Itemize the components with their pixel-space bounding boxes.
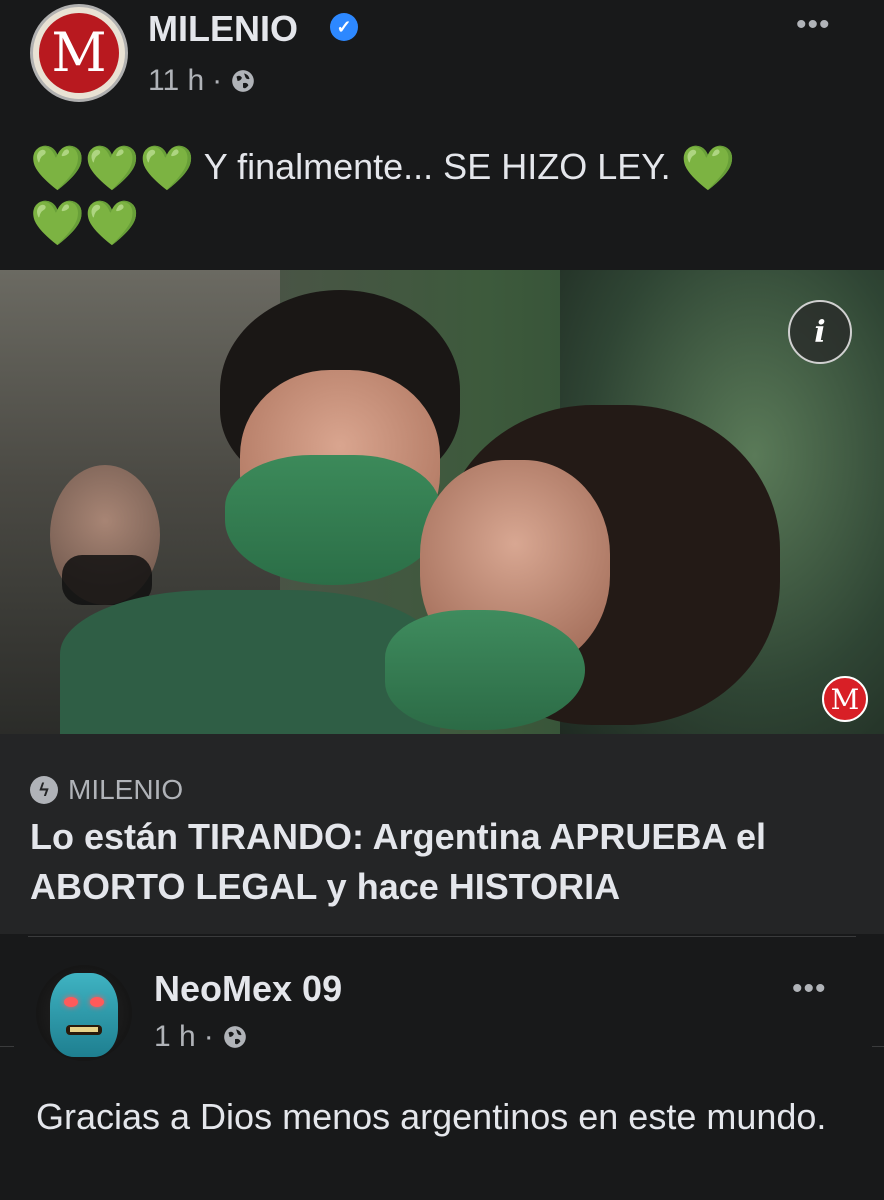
post-text-line1: Y finalmente... SE HIZO LEY. (194, 146, 681, 187)
divider-right (872, 1046, 884, 1047)
instant-article-bolt-icon: ϟ (30, 776, 58, 804)
commenter-name[interactable]: NeoMex 09 (154, 968, 342, 1010)
milenio-logo: M (39, 13, 119, 93)
page-avatar[interactable]: M (30, 4, 128, 102)
photo-green-mask-left (225, 455, 440, 585)
post-meta: 11 h · (148, 64, 256, 98)
milenio-watermark-logo: M (822, 676, 868, 722)
link-preview[interactable]: ϟ MILENIO Lo están TIRANDO: Argentina AP… (0, 734, 884, 934)
avatar-eye-left (64, 997, 78, 1007)
green-heart-emoji: 💚 (680, 144, 736, 193)
page-name[interactable]: MILENIO (148, 8, 298, 50)
divider-left (0, 1046, 14, 1047)
post-text: 💚💚💚 Y finalmente... SE HIZO LEY. 💚 💚💚 (30, 140, 830, 250)
post-photo[interactable] (0, 270, 884, 734)
green-hearts-emoji-line2: 💚💚 (30, 199, 140, 248)
comment-more-options-icon[interactable]: ••• (792, 974, 827, 1004)
post-header: M MILENIO ✓ 11 h · ••• (0, 0, 884, 130)
link-source: ϟ MILENIO (30, 774, 183, 806)
photo-shirt (60, 590, 440, 734)
avatar-eye-right (90, 997, 104, 1007)
info-icon[interactable]: i (788, 300, 852, 364)
comment-meta: 1 h · (154, 1020, 248, 1054)
post-time[interactable]: 11 h (148, 64, 204, 98)
comment-meta-separator: · (203, 1020, 214, 1053)
photo-green-mask-right (385, 610, 585, 730)
comment-text: Gracias a Dios menos argentinos en este … (36, 1096, 827, 1137)
divider (28, 936, 856, 937)
comment-time[interactable]: 1 h (154, 1020, 196, 1054)
link-title[interactable]: Lo están TIRANDO: Argentina APRUEBA el A… (30, 812, 860, 912)
meta-separator: · (212, 64, 223, 97)
green-hearts-emoji: 💚💚💚 (30, 144, 195, 193)
globe-icon (232, 70, 255, 92)
comment-globe-icon (223, 1026, 246, 1048)
avatar-mask-face (50, 973, 118, 1057)
commenter-avatar[interactable] (36, 965, 132, 1061)
verified-badge-icon: ✓ (330, 13, 358, 41)
link-source-name: MILENIO (68, 774, 184, 805)
avatar-teeth (70, 1027, 98, 1032)
post-more-options-icon[interactable]: ••• (796, 10, 831, 40)
